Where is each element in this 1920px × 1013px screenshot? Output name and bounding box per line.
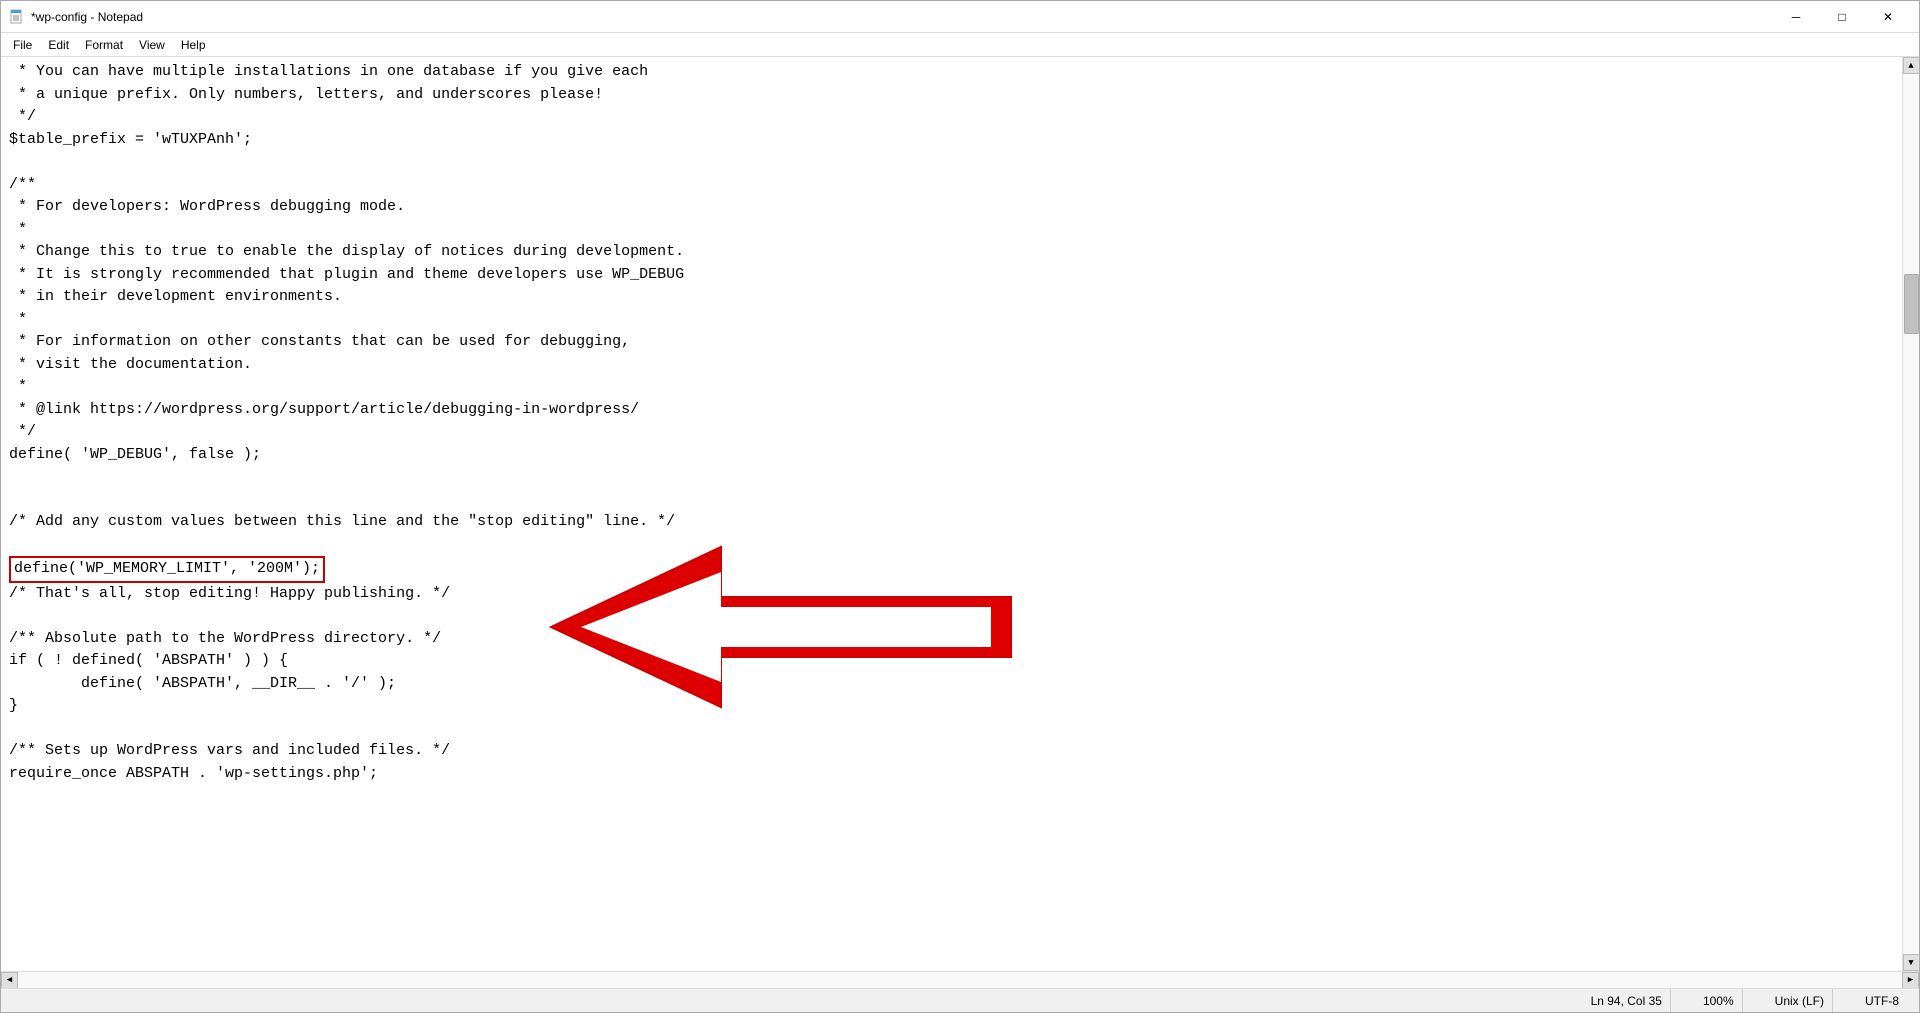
line-13: * For information on other constants tha… — [9, 333, 630, 350]
menu-edit[interactable]: Edit — [40, 36, 77, 54]
menu-bar: File Edit Format View Help — [1, 33, 1919, 57]
highlighted-box: define('WP_MEMORY_LIMIT', '200M'); — [9, 556, 325, 583]
line-8: * — [9, 221, 27, 238]
menu-file[interactable]: File — [5, 36, 40, 54]
window-controls: ─ □ ✕ — [1773, 1, 1911, 33]
zoom-level: 100% — [1695, 989, 1743, 1012]
line-7: * For developers: WordPress debugging mo… — [9, 198, 405, 215]
line-21: /* Add any custom values between this li… — [9, 513, 675, 530]
scroll-up-button[interactable]: ▲ — [1903, 57, 1920, 74]
line-15: * — [9, 378, 27, 395]
notepad-window: *wp-config - Notepad ─ □ ✕ File Edit For… — [0, 0, 1920, 1013]
editor-content[interactable]: * You can have multiple installations in… — [1, 57, 1902, 971]
line-31: /** Sets up WordPress vars and included … — [9, 742, 450, 759]
line-24: /* That's all, stop editing! Happy publi… — [9, 585, 450, 602]
app-icon — [9, 9, 25, 25]
title-bar: *wp-config - Notepad ─ □ ✕ — [1, 1, 1919, 33]
scrollbar-right[interactable]: ▲ ▼ — [1902, 57, 1919, 971]
line-3: */ — [9, 108, 36, 125]
menu-format[interactable]: Format — [77, 36, 131, 54]
title-bar-left: *wp-config - Notepad — [9, 9, 143, 25]
line-32: require_once ABSPATH . 'wp-settings.php'… — [9, 765, 378, 782]
line-4: $table_prefix = 'wTUXPAnh'; — [9, 131, 252, 148]
window-title: *wp-config - Notepad — [31, 10, 143, 24]
line-6: /** — [9, 176, 36, 193]
line-ending: Unix (LF) — [1767, 989, 1833, 1012]
scroll-left-button[interactable]: ◀ — [1, 972, 18, 989]
scroll-track[interactable] — [1903, 74, 1919, 954]
line-10: * It is strongly recommended that plugin… — [9, 266, 684, 283]
horizontal-scrollbar[interactable]: ◀ ▶ — [1, 971, 1919, 988]
scroll-right-button[interactable]: ▶ — [1902, 972, 1919, 989]
line-26: /** Absolute path to the WordPress direc… — [9, 630, 441, 647]
line-18: define( 'WP_DEBUG', false ); — [9, 446, 261, 463]
line-16: * @link https://wordpress.org/support/ar… — [9, 401, 639, 418]
line-14: * visit the documentation. — [9, 356, 252, 373]
line-2: * a unique prefix. Only numbers, letters… — [9, 86, 603, 103]
close-button[interactable]: ✕ — [1865, 1, 1911, 33]
scroll-down-button[interactable]: ▼ — [1903, 954, 1920, 971]
line-17: */ — [9, 423, 36, 440]
encoding: UTF-8 — [1857, 989, 1907, 1012]
line-9: * Change this to true to enable the disp… — [9, 243, 684, 260]
maximize-button[interactable]: □ — [1819, 1, 1865, 33]
editor-area[interactable]: * You can have multiple installations in… — [1, 57, 1919, 971]
line-12: * — [9, 311, 27, 328]
cursor-position: Ln 94, Col 35 — [1583, 989, 1671, 1012]
line-29: } — [9, 697, 18, 714]
line-11: * in their development environments. — [9, 288, 342, 305]
line-1: * You can have multiple installations in… — [9, 63, 648, 80]
status-bar: Ln 94, Col 35 100% Unix (LF) UTF-8 — [1, 988, 1919, 1012]
h-scroll-track[interactable] — [18, 972, 1902, 988]
minimize-button[interactable]: ─ — [1773, 1, 1819, 33]
line-28: define( 'ABSPATH', __DIR__ . '/' ); — [9, 675, 396, 692]
line-27: if ( ! defined( 'ABSPATH' ) ) { — [9, 652, 288, 669]
highlighted-code-line: define('WP_MEMORY_LIMIT', '200M'); — [9, 560, 325, 577]
menu-help[interactable]: Help — [173, 36, 214, 54]
menu-view[interactable]: View — [131, 36, 173, 54]
scroll-thumb[interactable] — [1904, 274, 1919, 334]
